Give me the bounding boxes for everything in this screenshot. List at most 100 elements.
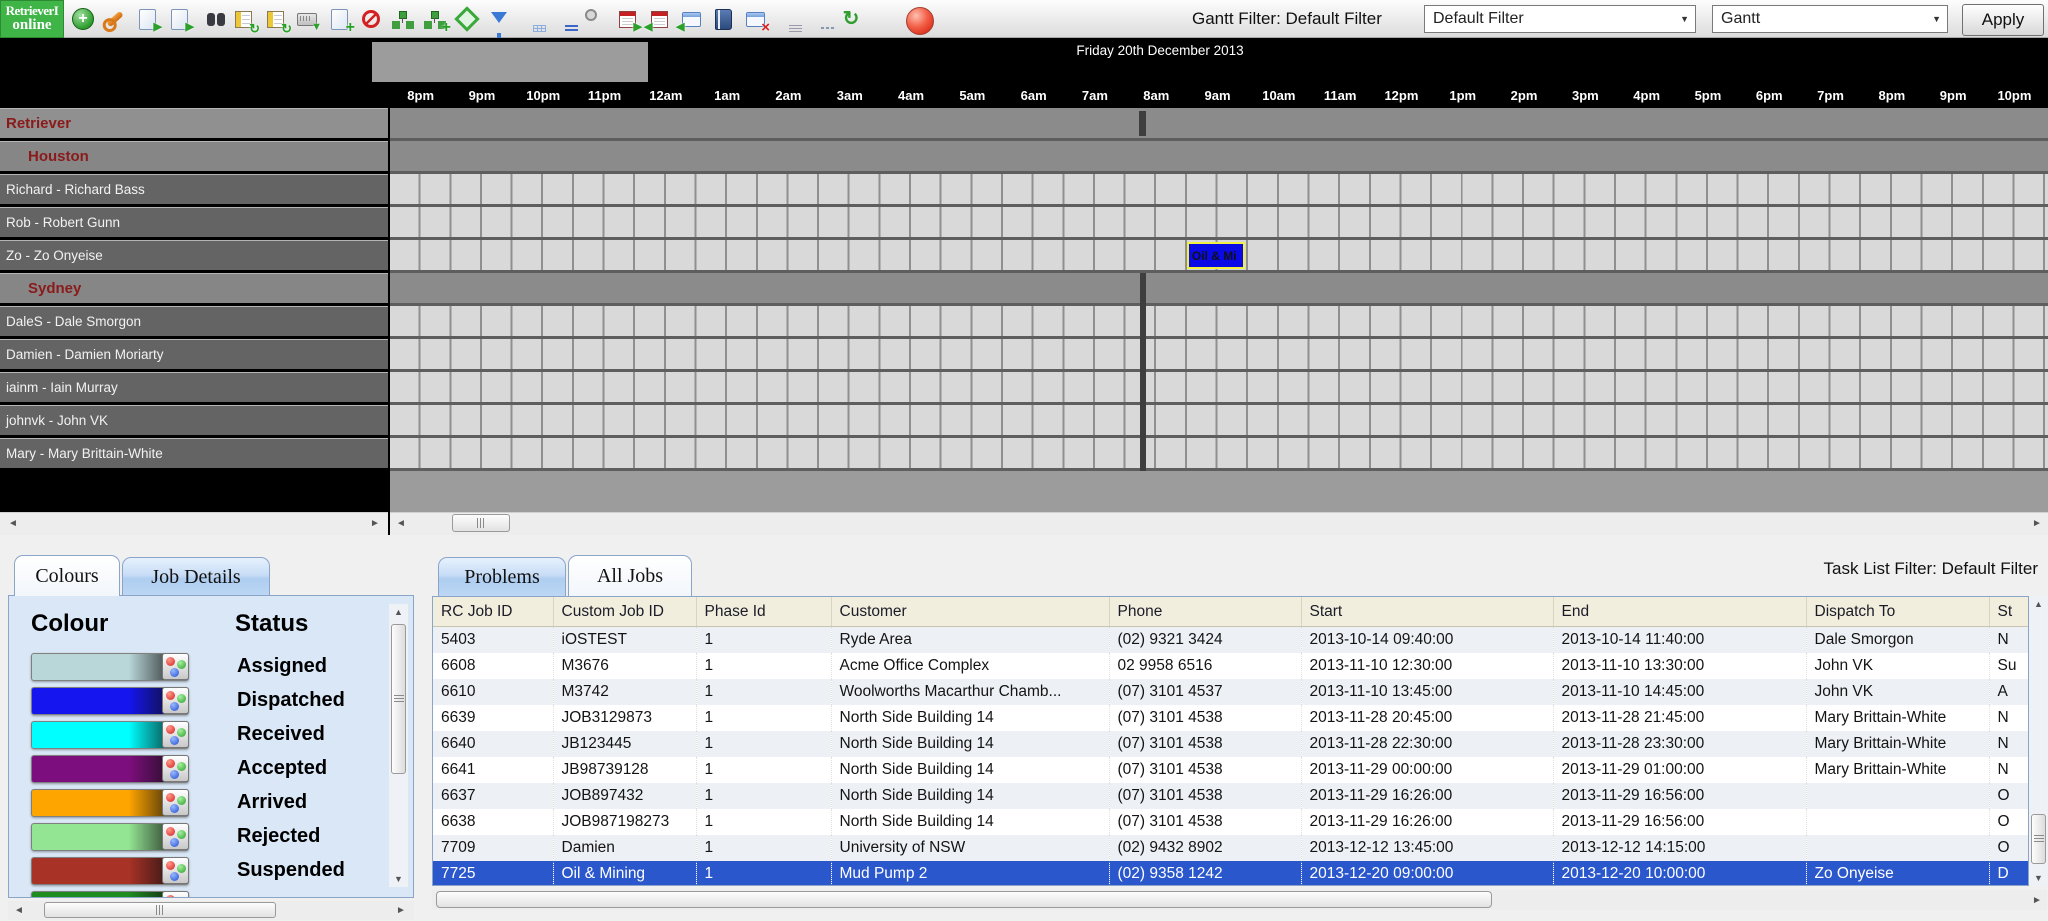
- add-icon[interactable]: [70, 6, 96, 32]
- column-header[interactable]: Customer: [831, 597, 1109, 627]
- gantt-row-track[interactable]: [390, 339, 2048, 372]
- colour-hscroll-thumb[interactable]: [44, 902, 276, 918]
- window-close-icon[interactable]: ×: [742, 6, 768, 32]
- column-header[interactable]: RC Job ID: [433, 597, 553, 627]
- apply-button[interactable]: Apply: [1962, 4, 2044, 36]
- cancel-icon[interactable]: [358, 6, 384, 32]
- label-scroll-right-icon[interactable]: ►: [366, 512, 384, 535]
- grid-view-icon[interactable]: [518, 6, 544, 32]
- gantt-job-block[interactable]: Oil & Mi: [1187, 242, 1245, 269]
- gantt-row-track[interactable]: [390, 306, 2048, 339]
- gantt-row-label[interactable]: Sydney: [0, 273, 388, 306]
- gantt-row-track[interactable]: [390, 438, 2048, 471]
- gantt-row-label[interactable]: Rob - Robert Gunn: [0, 207, 388, 240]
- column-header[interactable]: Phase Id: [696, 597, 831, 627]
- refresh-icon[interactable]: ↻: [838, 6, 864, 32]
- tab-job-details[interactable]: Job Details: [122, 557, 270, 596]
- scroll-up-icon[interactable]: ▲: [389, 604, 408, 620]
- grid-view-alt-icon[interactable]: [550, 6, 576, 32]
- calendar-refresh-alt-icon[interactable]: ↻: [262, 6, 288, 32]
- column-header[interactable]: Custom Job ID: [553, 597, 696, 627]
- calendar-refresh-icon[interactable]: ↻: [230, 6, 256, 32]
- route-icon[interactable]: [454, 6, 480, 32]
- gantt-row-label[interactable]: Houston: [0, 141, 388, 174]
- column-header[interactable]: Dispatch To: [1806, 597, 1989, 627]
- scroll-right-icon[interactable]: ►: [392, 901, 410, 920]
- filter-icon[interactable]: [486, 6, 512, 32]
- colour-swatch-button[interactable]: [31, 653, 189, 681]
- dispatch-tree-add-icon[interactable]: +: [422, 6, 448, 32]
- keyboard-send-icon[interactable]: ▼: [294, 6, 320, 32]
- report-export-icon[interactable]: ▶: [134, 6, 160, 32]
- day-back-icon[interactable]: ◀: [646, 6, 672, 32]
- table-row[interactable]: 6638JOB9871982731North Side Building 14(…: [433, 809, 2029, 835]
- tab-colours[interactable]: Colours: [14, 555, 120, 596]
- colour-swatch-button[interactable]: [31, 789, 189, 817]
- window-minimal-icon[interactable]: [806, 6, 832, 32]
- day-forward-icon[interactable]: ▶: [614, 6, 640, 32]
- table-hscroll-thumb[interactable]: [436, 891, 1492, 908]
- tab-all-jobs[interactable]: All Jobs: [568, 555, 692, 596]
- table-row[interactable]: 7725Oil & Mining1Mud Pump 2(02) 9358 124…: [433, 861, 2029, 886]
- gantt-filter-dropdown[interactable]: Default Filter ▼: [1424, 5, 1696, 33]
- binoculars-icon[interactable]: [198, 6, 224, 32]
- gantt-row-track[interactable]: [390, 405, 2048, 438]
- gantt-row-label[interactable]: iainm - Iain Murray: [0, 372, 388, 405]
- table-row[interactable]: 6639JOB31298731North Side Building 14(07…: [433, 705, 2029, 731]
- window-back-icon[interactable]: ◀: [678, 6, 704, 32]
- gantt-row-label[interactable]: Mary - Mary Brittain-White: [0, 438, 388, 471]
- gantt-row-label[interactable]: Richard - Richard Bass: [0, 174, 388, 207]
- table-row[interactable]: 6608M36761Acme Office Complex02 9958 651…: [433, 653, 2029, 679]
- gantt-scroll-left-icon[interactable]: ◄: [392, 512, 410, 535]
- table-row[interactable]: 6640JB1234451North Side Building 14(07) …: [433, 731, 2029, 757]
- table-row[interactable]: 6637JOB8974321North Side Building 14(07)…: [433, 783, 2029, 809]
- table-row[interactable]: 7709Damien1University of NSW(02) 9432 89…: [433, 835, 2029, 861]
- gantt-row-label[interactable]: Retriever: [0, 108, 388, 141]
- gantt-hscroll-track[interactable]: [390, 512, 2048, 535]
- label-hscroll-track[interactable]: [0, 512, 388, 535]
- colour-swatch-button[interactable]: [31, 755, 189, 783]
- gantt-row-track[interactable]: [390, 372, 2048, 405]
- gantt-row-label[interactable]: Damien - Damien Moriarty: [0, 339, 388, 372]
- wrench-icon[interactable]: [102, 6, 128, 32]
- dispatch-tree-icon[interactable]: [390, 6, 416, 32]
- gantt-row-label[interactable]: Zo - Zo Onyeise: [0, 240, 388, 273]
- colour-vscroll-thumb[interactable]: [391, 624, 406, 774]
- colour-hscroll-track[interactable]: ◄ ►: [8, 901, 414, 920]
- table-row[interactable]: 5403iOSTEST1Ryde Area(02) 9321 34242013-…: [433, 627, 2029, 654]
- report-export-alt-icon[interactable]: ▶: [166, 6, 192, 32]
- column-header[interactable]: Phone: [1109, 597, 1301, 627]
- gantt-scroll-right-icon[interactable]: ►: [2028, 512, 2046, 535]
- scroll-down-icon[interactable]: ▼: [2029, 870, 2048, 886]
- table-row[interactable]: 6641JB987391281North Side Building 14(07…: [433, 757, 2029, 783]
- gantt-row-label[interactable]: DaleS - Dale Smorgon: [0, 306, 388, 339]
- scroll-left-icon[interactable]: ◄: [10, 901, 28, 920]
- view-dropdown[interactable]: Gantt ▼: [1712, 5, 1948, 33]
- column-header[interactable]: St: [1989, 597, 2029, 627]
- list-view-icon[interactable]: [774, 6, 800, 32]
- book-icon[interactable]: [710, 6, 736, 32]
- scroll-up-icon[interactable]: ▲: [2029, 596, 2048, 612]
- table-hscroll-track[interactable]: ►: [432, 890, 2047, 910]
- colour-swatch-button[interactable]: [31, 891, 189, 898]
- table-row[interactable]: 6610M37421Woolworths Macarthur Chamb...(…: [433, 679, 2029, 705]
- label-scroll-left-icon[interactable]: ◄: [4, 512, 22, 535]
- colour-swatch-button[interactable]: [31, 721, 189, 749]
- gantt-row-track[interactable]: [390, 207, 2048, 240]
- gantt-row-label[interactable]: johnvk - John VK: [0, 405, 388, 438]
- grid-settings-icon[interactable]: [582, 6, 608, 32]
- new-document-icon[interactable]: +: [326, 6, 352, 32]
- colour-swatch-button[interactable]: [31, 687, 189, 715]
- colour-swatch-button[interactable]: [31, 857, 189, 885]
- table-vscroll-thumb[interactable]: [2031, 814, 2046, 864]
- column-header[interactable]: Start: [1301, 597, 1553, 627]
- record-indicator-icon[interactable]: [906, 7, 934, 35]
- table-vscroll-track[interactable]: ▲ ▼: [2029, 596, 2047, 886]
- column-header[interactable]: End: [1553, 597, 1806, 627]
- scroll-down-icon[interactable]: ▼: [389, 871, 408, 887]
- gantt-hscroll-thumb[interactable]: [452, 514, 510, 532]
- colour-swatch-button[interactable]: [31, 823, 189, 851]
- colour-vscroll-track[interactable]: ▲ ▼: [389, 604, 408, 887]
- tab-problems[interactable]: Problems: [438, 557, 566, 596]
- scroll-right-icon[interactable]: ►: [2028, 890, 2046, 910]
